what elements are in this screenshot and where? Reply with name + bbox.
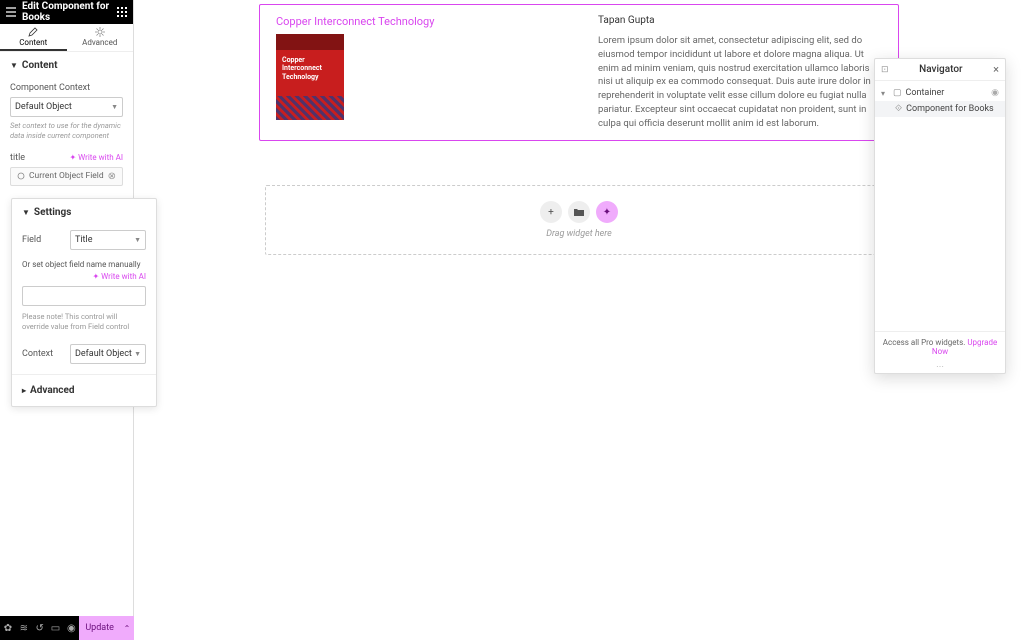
caret-right-icon: ▸ [22, 386, 26, 395]
visibility-icon[interactable]: ◉ [991, 88, 999, 98]
chevron-down-icon: ▼ [111, 103, 118, 111]
field-select[interactable]: Title ▼ [70, 230, 146, 250]
caret-down-icon: ▼ [22, 208, 30, 217]
dropzone-text: Drag widget here [546, 229, 612, 239]
dynamic-field-chip[interactable]: Current Object Field ⊗ [10, 167, 123, 186]
popup-context-label: Context [22, 349, 70, 359]
context-label: Component Context [10, 83, 123, 93]
title-label: title [10, 153, 25, 163]
menu-icon[interactable] [6, 7, 16, 17]
manual-input-wrap [22, 286, 146, 306]
manual-label: Or set object field name manually [12, 254, 156, 269]
dropzone-buttons: + ✦ [540, 201, 618, 223]
chevron-down-icon: ▼ [134, 236, 141, 244]
component-icon: ⟐ [895, 104, 902, 114]
popup-context-value: Default Object [75, 349, 132, 359]
panel-header: Edit Component for Books [0, 0, 133, 24]
ai-widget-button[interactable]: ✦ [596, 201, 618, 223]
chevron-down-icon: ▼ [134, 350, 141, 358]
context-select[interactable]: Default Object ▼ [10, 97, 123, 117]
nav-container-label: Container [906, 88, 945, 98]
folder-button[interactable] [568, 201, 590, 223]
tab-advanced-label: Advanced [82, 38, 117, 47]
advanced-section-toggle[interactable]: ▸ Advanced [12, 374, 156, 396]
nav-item-component[interactable]: ⟐ Component for Books [875, 101, 1005, 117]
navigator-tree: ▾ ▢ Container ◉ ⟐ Component for Books [875, 81, 1005, 331]
manual-field-input[interactable] [22, 286, 146, 306]
caret-down-icon: ▼ [10, 61, 18, 70]
navigator-header: ⊡ Navigator × [875, 59, 1005, 81]
title-field-row: title ✦ Write with AI [0, 149, 133, 167]
expand-update-icon[interactable]: ⌃ [120, 616, 134, 640]
card-right: Tapan Gupta Lorem ipsum dolor sit amet, … [598, 15, 882, 130]
override-note: Please note! This control will override … [12, 306, 156, 340]
write-with-ai-link[interactable]: ✦ Write with AI [69, 153, 123, 162]
tab-content[interactable]: Content [0, 24, 67, 51]
field-value: Title [75, 235, 92, 245]
history-icon[interactable]: ↺ [32, 616, 48, 640]
container-icon: ▢ [893, 88, 902, 98]
navigator-panel: ⊡ Navigator × ▾ ▢ Container ◉ ⟐ Componen… [874, 58, 1006, 374]
layers-icon[interactable]: ≋ [16, 616, 32, 640]
tab-advanced[interactable]: Advanced [67, 24, 134, 51]
close-icon[interactable]: × [993, 63, 999, 76]
preview-icon[interactable]: ◉ [63, 616, 79, 640]
navigator-footer: Access all Pro widgets. Upgrade Now [875, 331, 1005, 362]
dynamic-value: Current Object Field [29, 171, 104, 181]
cover-text: Copper Interconnect Technology [282, 56, 322, 81]
update-button[interactable]: Update [79, 616, 120, 640]
nav-component-label: Component for Books [906, 104, 994, 114]
dynamic-icon [17, 172, 25, 180]
add-widget-button[interactable]: + [540, 201, 562, 223]
resize-handle-icon[interactable]: ⋯ [875, 362, 1005, 373]
apps-icon[interactable] [117, 7, 127, 17]
navigator-title: Navigator [889, 64, 994, 75]
update-label: Update [85, 623, 114, 633]
component-context-group: Component Context Default Object ▼ Set c… [0, 79, 133, 149]
tab-bar: Content Advanced [0, 24, 133, 52]
description-text: Lorem ipsum dolor sit amet, consectetur … [598, 34, 882, 130]
dynamic-field-popup: ▼ Settings Field Title ▼ Or set object f… [11, 198, 157, 407]
content-section-title: Content [22, 60, 58, 71]
card-title: Copper Interconnect Technology [276, 15, 576, 28]
book-cover-image: Copper Interconnect Technology [276, 34, 344, 120]
field-row: Field Title ▼ [12, 226, 156, 254]
content-section-toggle[interactable]: ▼ Content [0, 52, 133, 79]
tab-content-label: Content [19, 38, 47, 47]
widget-dropzone[interactable]: + ✦ Drag widget here [265, 185, 893, 255]
footer-text: Access all Pro widgets. [883, 338, 966, 347]
popup-context-select[interactable]: Default Object ▼ [70, 344, 146, 364]
settings-section-toggle[interactable]: ▼ Settings [12, 199, 156, 226]
write-with-ai-link[interactable]: ✦ Write with AI [92, 272, 146, 281]
component-card[interactable]: Copper Interconnect Technology Copper In… [259, 4, 899, 141]
context-help: Set context to use for the dynamic data … [10, 121, 123, 141]
pencil-icon [28, 27, 38, 38]
nav-item-container[interactable]: ▾ ▢ Container ◉ [875, 85, 1005, 101]
advanced-title: Advanced [30, 385, 75, 396]
author-name: Tapan Gupta [598, 15, 882, 26]
popup-context-row: Context Default Object ▼ [12, 340, 156, 368]
caret-down-icon[interactable]: ▾ [881, 89, 889, 98]
bottom-toolbar: ✿ ≋ ↺ ▭ ◉ Update ⌃ [0, 616, 134, 640]
drag-handle-icon[interactable]: ⊡ [881, 65, 889, 75]
context-value: Default Object [15, 102, 72, 112]
responsive-icon[interactable]: ▭ [48, 616, 64, 640]
settings-icon[interactable]: ✿ [0, 616, 16, 640]
gear-icon [95, 27, 105, 38]
panel-title: Edit Component for Books [22, 1, 117, 23]
field-label: Field [22, 235, 70, 245]
clear-icon[interactable]: ⊗ [108, 171, 116, 182]
card-left: Copper Interconnect Technology Copper In… [276, 15, 576, 130]
settings-title: Settings [34, 207, 71, 218]
